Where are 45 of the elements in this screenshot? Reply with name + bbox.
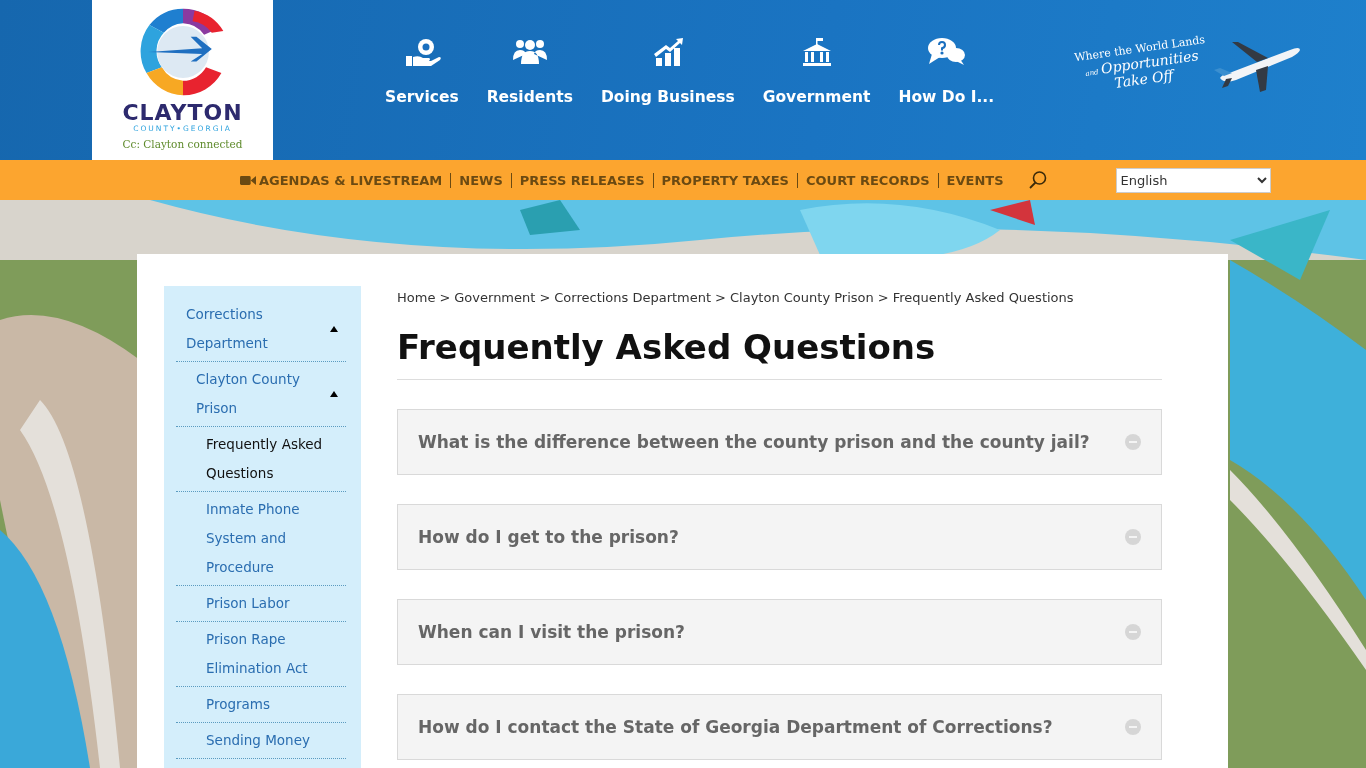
triangle-icon [330, 391, 338, 397]
breadcrumb-separator: > [539, 290, 551, 305]
faq-toggle[interactable]: How do I contact the State of Georgia Department of Corrections? [397, 694, 1162, 760]
speech-bubbles-icon [926, 36, 967, 68]
utility-link[interactable]: NEWS [459, 172, 503, 188]
toggle-circle-icon [1125, 529, 1141, 545]
nav-link[interactable]: Government [762, 36, 871, 160]
language-select[interactable]: English [1115, 167, 1271, 193]
nav-link[interactable]: How Do I... [898, 36, 995, 160]
logo-wordmark: CLAYTON [122, 102, 243, 124]
breadcrumb-link[interactable]: Home [397, 290, 436, 305]
sidebar-item[interactable]: Prison Rape Elimination Act [176, 622, 346, 687]
toggle-circle-icon [1125, 434, 1141, 450]
utility-link[interactable]: COURT RECORDS [806, 172, 930, 188]
sidebar-item[interactable]: Programs [176, 687, 346, 723]
faq-toggle[interactable]: How do I get to the prison? [397, 504, 1162, 570]
search-icon[interactable] [1027, 170, 1048, 190]
video-camera-icon [240, 174, 256, 186]
breadcrumb-separator: > [877, 290, 889, 305]
toggle-circle-icon [1125, 624, 1141, 640]
breadcrumb-separator: > [439, 290, 451, 305]
nav-link[interactable]: Doing Business [600, 36, 735, 160]
sidebar-item[interactable]: Frequently Asked Questions [176, 427, 346, 492]
breadcrumb-link[interactable]: Frequently Asked Questions [892, 290, 1074, 305]
logo-slogan: Cc: Clayton connected [122, 138, 243, 150]
faq-toggle[interactable]: When can I visit the prison? [397, 599, 1162, 665]
page-title: Frequently Asked Questions [397, 327, 1162, 380]
triangle-icon [330, 326, 338, 332]
utility-link[interactable]: PROPERTY TAXES [661, 172, 789, 188]
utility-link[interactable]: EVENTS [946, 172, 1004, 188]
faq-toggle[interactable]: What is the difference between the county prison and the county jail? [397, 409, 1162, 475]
sidebar-item[interactable]: Prison Labor [176, 586, 346, 622]
sidebar-item[interactable]: Corrections Department [176, 297, 346, 362]
sidebar-item[interactable]: Clayton County Prison [176, 362, 346, 427]
breadcrumb-link[interactable]: Government [454, 290, 536, 305]
breadcrumb-link[interactable]: Corrections Department [554, 290, 712, 305]
toggle-circle-icon [1125, 719, 1141, 735]
nav-link[interactable]: Residents [486, 36, 573, 160]
utility-link[interactable]: PRESS RELEASES [519, 172, 645, 188]
utility-link[interactable]: AGENDAS & LIVESTREAM [240, 172, 443, 188]
sidebar-item[interactable]: Sending Money [176, 723, 346, 759]
sidebar-item[interactable]: Inmate Phone System and Procedure [176, 492, 346, 586]
nav-link[interactable]: Services [385, 36, 459, 160]
breadcrumb-separator: > [715, 290, 726, 305]
breadcrumb-link[interactable]: Clayton County Prison [730, 290, 874, 305]
